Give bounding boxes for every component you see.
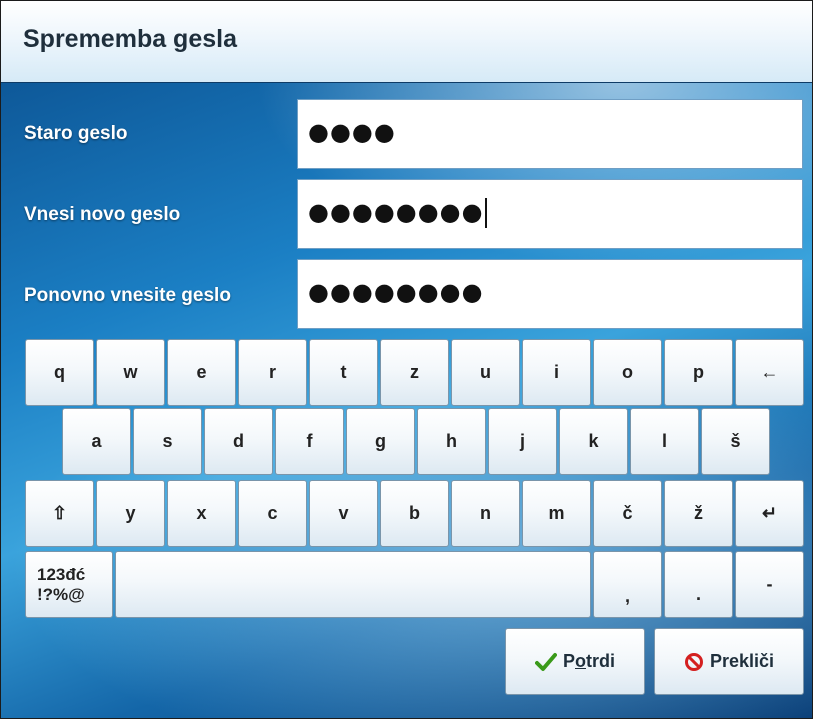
key-i[interactable]: i <box>522 339 591 406</box>
key-e[interactable]: e <box>167 339 236 406</box>
text-caret <box>484 198 487 228</box>
key-o[interactable]: o <box>593 339 662 406</box>
comma-key[interactable]: , <box>593 551 662 618</box>
key-g[interactable]: g <box>346 408 415 475</box>
prohibited-icon <box>684 652 703 671</box>
enter-key[interactable]: ↵ <box>735 480 804 547</box>
symbols-mode-key[interactable]: 123đć !?%@ <box>25 551 113 618</box>
shift-key[interactable]: ⇧ <box>25 480 94 547</box>
key-q[interactable]: q <box>25 339 94 406</box>
key-z-caron[interactable]: ž <box>664 480 733 547</box>
dash-key[interactable]: - <box>735 551 804 618</box>
key-z[interactable]: z <box>380 339 449 406</box>
key-d[interactable]: d <box>204 408 273 475</box>
symbols-mode-line1: 123đć <box>37 564 86 584</box>
key-m[interactable]: m <box>522 480 591 547</box>
title-bar: Sprememba gesla <box>1 1 812 83</box>
key-j[interactable]: j <box>488 408 557 475</box>
key-l[interactable]: l <box>630 408 699 475</box>
repeat-password-field[interactable]: ●●●●●●●● <box>297 259 803 329</box>
new-password-value: ●●●●●●●● <box>308 198 484 226</box>
cancel-label: Prekliči <box>709 651 775 671</box>
key-n[interactable]: n <box>451 480 520 547</box>
new-password-label: Vnesi novo geslo <box>24 204 181 225</box>
key-w[interactable]: w <box>96 339 165 406</box>
key-y[interactable]: y <box>96 480 165 547</box>
symbols-mode-line2: !?%@ <box>37 584 85 604</box>
repeat-password-label: Ponovno vnesite geslo <box>24 285 231 306</box>
key-k[interactable]: k <box>559 408 628 475</box>
old-password-value: ●●●● <box>308 118 396 146</box>
old-password-label: Staro geslo <box>24 123 128 144</box>
key-h[interactable]: h <box>417 408 486 475</box>
dialog-title: Sprememba gesla <box>23 25 237 53</box>
key-u[interactable]: u <box>451 339 520 406</box>
key-r[interactable]: r <box>238 339 307 406</box>
backspace-key[interactable]: ← <box>735 339 804 406</box>
key-b[interactable]: b <box>380 480 449 547</box>
key-c[interactable]: c <box>238 480 307 547</box>
cancel-button[interactable]: Prekliči <box>654 628 804 695</box>
old-password-field[interactable]: ●●●● <box>297 99 803 169</box>
key-c-caron[interactable]: č <box>593 480 662 547</box>
key-s[interactable]: s <box>133 408 202 475</box>
key-a[interactable]: a <box>62 408 131 475</box>
key-v[interactable]: v <box>309 480 378 547</box>
checkmark-icon <box>534 652 557 671</box>
key-f[interactable]: f <box>275 408 344 475</box>
period-key[interactable]: . <box>664 551 733 618</box>
key-x[interactable]: x <box>167 480 236 547</box>
key-t[interactable]: t <box>309 339 378 406</box>
key-s-caron[interactable]: š <box>701 408 770 475</box>
space-key[interactable] <box>115 551 591 618</box>
confirm-button[interactable]: Potrdi <box>505 628 645 695</box>
new-password-field[interactable]: ●●●●●●●● <box>297 179 803 249</box>
password-change-dialog: Sprememba gesla Staro geslo ●●●● Vnesi n… <box>0 0 813 719</box>
repeat-password-value: ●●●●●●●● <box>308 278 484 306</box>
key-p[interactable]: p <box>664 339 733 406</box>
